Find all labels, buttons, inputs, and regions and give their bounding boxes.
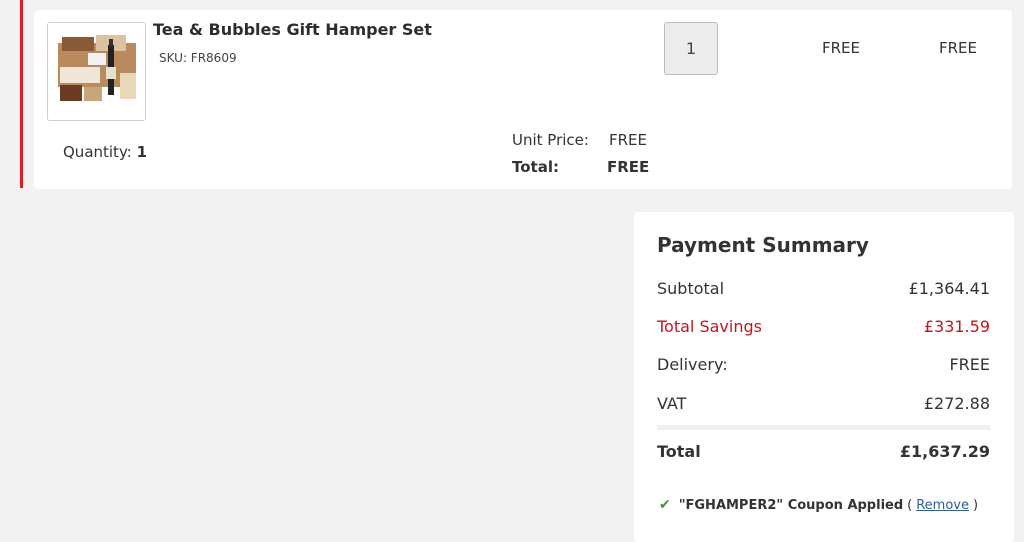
delivery-label: Delivery:	[657, 355, 728, 374]
unit-price-label: Unit Price:	[512, 131, 589, 149]
quantity-count: 1	[136, 143, 148, 161]
coupon-paren-open: (	[907, 497, 913, 513]
summary-divider	[657, 425, 990, 430]
payment-summary-title: Payment Summary	[657, 233, 869, 257]
coupon-applied-message: ✔ "FGHAMPER2" Coupon Applied (Remove)	[659, 497, 978, 513]
quantity-input[interactable]: 1	[664, 22, 718, 75]
grand-total-label: Total	[657, 442, 701, 461]
subtotal-label: Subtotal	[657, 279, 725, 298]
product-thumbnail[interactable]	[47, 22, 146, 121]
total-savings-label: Total Savings	[657, 317, 762, 336]
payment-summary-card: Payment Summary Subtotal £1,364.41 Total…	[634, 212, 1014, 542]
vat-label: VAT	[657, 394, 687, 413]
gift-hamper-image	[48, 23, 145, 120]
unit-price-value: FREE	[609, 131, 648, 149]
delivery-value: FREE	[949, 355, 990, 374]
vat-value: £272.88	[923, 394, 990, 413]
product-name[interactable]: Tea & Bubbles Gift Hamper Set	[153, 20, 432, 39]
subtotal-value: £1,364.41	[908, 279, 990, 298]
quantity-label: Quantity:	[63, 143, 132, 161]
total-savings-value: £331.59	[923, 317, 990, 336]
check-icon: ✔	[659, 497, 671, 513]
unit-price-column: FREE	[822, 39, 861, 57]
cart-accent-bar	[20, 0, 23, 188]
line-total-value: FREE	[607, 158, 650, 176]
grand-total-value: £1,637.29	[899, 442, 990, 461]
total-price-column: FREE	[939, 39, 978, 57]
product-sku: SKU: FR8609	[159, 51, 237, 65]
remove-coupon-link[interactable]: Remove	[916, 498, 969, 513]
coupon-paren-close: )	[973, 497, 979, 513]
cart-item-card: Tea & Bubbles Gift Hamper Set SKU: FR860…	[34, 10, 1012, 189]
quantity-summary: Quantity: 1	[63, 143, 147, 161]
line-total-label: Total:	[512, 158, 559, 176]
coupon-text: "FGHAMPER2" Coupon Applied	[678, 497, 904, 513]
